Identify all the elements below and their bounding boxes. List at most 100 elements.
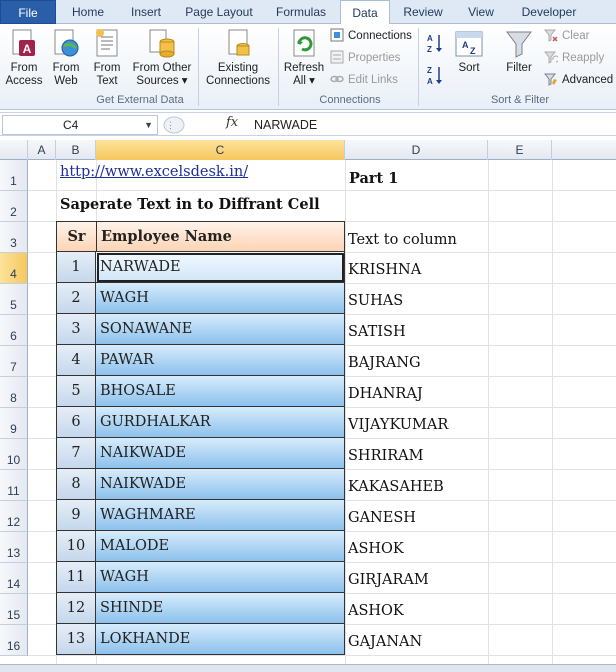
sr-cell[interactable]: 1: [56, 252, 96, 283]
from-text-button[interactable]: From Text: [88, 28, 126, 88]
sr-cell[interactable]: 7: [56, 438, 96, 469]
chevron-down-icon[interactable]: ▼: [144, 116, 153, 134]
svg-text:A: A: [427, 77, 433, 86]
sr-cell[interactable]: 12: [56, 593, 96, 624]
name-cell[interactable]: LOKHANDE: [96, 624, 345, 655]
column-header-d[interactable]: D: [345, 140, 488, 160]
row-header-10[interactable]: 10: [0, 439, 28, 470]
sr-cell[interactable]: 5: [56, 376, 96, 407]
connections-button[interactable]: Connections: [330, 26, 412, 46]
sr-cell[interactable]: 6: [56, 407, 96, 438]
row-header-14[interactable]: 14: [0, 563, 28, 594]
row-header-16[interactable]: 16: [0, 625, 28, 656]
row-header-6[interactable]: 6: [0, 315, 28, 346]
svg-text:⋮: ⋮: [166, 120, 175, 130]
column-header-f[interactable]: [552, 140, 616, 160]
name-cell[interactable]: BHOSALE: [96, 376, 345, 407]
tab-review[interactable]: Review: [396, 0, 450, 24]
row-header-13[interactable]: 13: [0, 532, 28, 563]
tab-insert[interactable]: Insert: [122, 0, 170, 24]
name-box[interactable]: C4 ▼: [2, 115, 158, 135]
hyperlink-cell[interactable]: http://www.excelsdesk.in/: [60, 164, 248, 180]
reapply-button[interactable]: Reapply: [543, 48, 604, 68]
from-access-button[interactable]: A From Access: [4, 28, 44, 88]
name-cell[interactable]: NAIKWADE: [96, 469, 345, 500]
sr-cell[interactable]: 4: [56, 345, 96, 376]
d-cell[interactable]: VIJAYKUMAR: [348, 417, 448, 433]
name-cell[interactable]: SONAWANE: [96, 314, 345, 345]
sr-cell[interactable]: 10: [56, 531, 96, 562]
row-header-15[interactable]: 15: [0, 594, 28, 625]
d-cell[interactable]: ASHOK: [348, 603, 404, 619]
row-header-7[interactable]: 7: [0, 346, 28, 377]
d-cell[interactable]: BAJRANG: [348, 355, 421, 371]
name-cell[interactable]: NAIKWADE: [96, 438, 345, 469]
row-header-11[interactable]: 11: [0, 470, 28, 501]
d-cell[interactable]: SUHAS: [348, 293, 403, 309]
name-cell[interactable]: SHINDE: [96, 593, 345, 624]
tab-view[interactable]: View: [458, 0, 504, 24]
existing-connections-button[interactable]: Existing Connections: [202, 28, 274, 88]
properties-button[interactable]: Properties: [330, 48, 400, 68]
d-cell[interactable]: GIRJARAM: [348, 572, 429, 588]
column-header-c[interactable]: C: [96, 140, 345, 160]
sort-descending-button[interactable]: ZA: [426, 64, 448, 86]
header-employee-name[interactable]: Employee Name: [96, 221, 345, 252]
d-cell[interactable]: KRISHNA: [348, 262, 421, 278]
tab-developer[interactable]: Developer: [514, 0, 584, 24]
row-header-1[interactable]: 1: [0, 160, 28, 191]
tab-page-layout[interactable]: Page Layout: [180, 0, 258, 24]
row-header-3[interactable]: 3: [0, 222, 28, 253]
d-cell[interactable]: DHANRAJ: [348, 386, 423, 402]
refresh-all-button[interactable]: Refresh All ▾: [282, 28, 326, 88]
header-sr[interactable]: Sr: [56, 221, 97, 252]
row-header-5[interactable]: 5: [0, 284, 28, 315]
row-header-9[interactable]: 9: [0, 408, 28, 439]
text-file-icon: [92, 28, 122, 60]
name-cell[interactable]: MALODE: [96, 531, 345, 562]
sr-cell[interactable]: 2: [56, 283, 96, 314]
text-to-column-label[interactable]: Text to column: [348, 232, 457, 248]
name-cell-active[interactable]: NARWADE: [96, 252, 345, 283]
d-cell[interactable]: KAKASAHEB: [348, 479, 444, 495]
d-cell[interactable]: SHRIRAM: [348, 448, 423, 464]
sheet-title[interactable]: Saperate Text in to Diffrant Cell: [60, 196, 320, 213]
name-cell[interactable]: GURDHALKAR: [96, 407, 345, 438]
insert-function-icon[interactable]: fx: [226, 115, 238, 130]
name-cell[interactable]: WAGH: [96, 562, 345, 593]
edit-links-button[interactable]: Edit Links: [330, 70, 398, 90]
advanced-filter-button[interactable]: Advanced: [543, 70, 613, 90]
part-label[interactable]: Part 1: [349, 170, 398, 187]
row-header-4[interactable]: 4: [0, 253, 28, 284]
row-header-12[interactable]: 12: [0, 501, 28, 532]
sort-ascending-button[interactable]: AZ: [426, 32, 448, 54]
name-cell[interactable]: PAWAR: [96, 345, 345, 376]
sr-cell[interactable]: 8: [56, 469, 96, 500]
column-header-e[interactable]: E: [488, 140, 552, 160]
clear-filter-button[interactable]: Clear: [543, 26, 589, 46]
tab-home[interactable]: Home: [64, 0, 112, 24]
d-cell[interactable]: GANESH: [348, 510, 416, 526]
sort-button[interactable]: AZ Sort: [450, 28, 488, 75]
sr-cell[interactable]: 13: [56, 624, 96, 655]
d-cell[interactable]: GAJANAN: [348, 634, 422, 650]
from-web-button[interactable]: From Web: [48, 28, 84, 88]
formula-input[interactable]: NARWADE: [254, 115, 317, 135]
tab-file[interactable]: File: [0, 0, 56, 24]
tab-formulas[interactable]: Formulas: [270, 0, 332, 24]
select-all-corner[interactable]: [0, 140, 28, 160]
name-cell[interactable]: WAGHMARE: [96, 500, 345, 531]
column-header-a[interactable]: A: [28, 140, 56, 160]
sr-cell[interactable]: 11: [56, 562, 96, 593]
row-header-8[interactable]: 8: [0, 377, 28, 408]
d-cell[interactable]: ASHOK: [348, 541, 404, 557]
d-cell[interactable]: SATISH: [348, 324, 406, 340]
filter-button[interactable]: Filter: [500, 28, 538, 75]
column-header-b[interactable]: B: [56, 140, 96, 160]
name-cell[interactable]: WAGH: [96, 283, 345, 314]
tab-data[interactable]: Data: [340, 0, 390, 25]
from-other-sources-button[interactable]: From Other Sources ▾: [130, 28, 194, 88]
row-header-2[interactable]: 2: [0, 191, 28, 222]
sr-cell[interactable]: 9: [56, 500, 96, 531]
sr-cell[interactable]: 3: [56, 314, 96, 345]
